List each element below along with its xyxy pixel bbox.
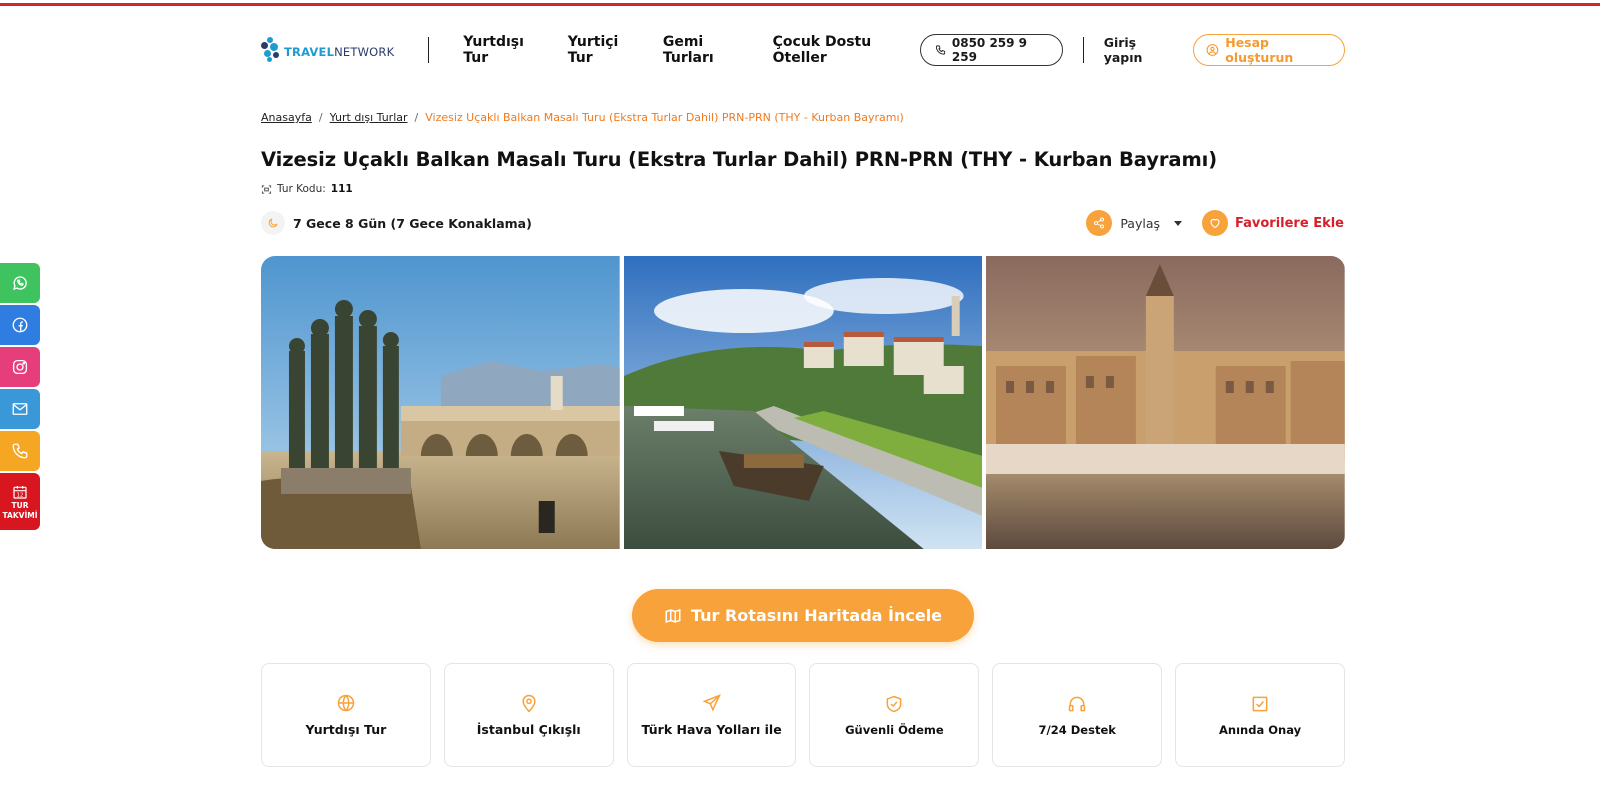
tour-calendar-button[interactable]: 12 TUR TAKVİMİ bbox=[0, 473, 40, 530]
phone-icon bbox=[935, 45, 945, 55]
tour-actions: Paylaş Favorilere Ekle bbox=[1086, 210, 1344, 236]
tour-duration: 7 Gece 8 Gün (7 Gece Konaklama) bbox=[261, 211, 532, 235]
favorite-button[interactable]: Favorilere Ekle bbox=[1202, 210, 1344, 236]
logo-text-travel: TRAVEL bbox=[284, 45, 335, 59]
nav-item-cocuk-dostu[interactable]: Çocuk Dostu Oteller bbox=[773, 34, 920, 66]
breadcrumb-separator: / bbox=[414, 111, 419, 124]
gallery-photo-river-port[interactable] bbox=[623, 256, 983, 549]
gallery-photo-old-town[interactable] bbox=[986, 256, 1346, 549]
nav-item-gemi[interactable]: Gemi Turları bbox=[663, 34, 753, 66]
globe-icon bbox=[337, 694, 355, 712]
svg-text:12: 12 bbox=[17, 492, 24, 498]
login-link[interactable]: Giriş yapın bbox=[1104, 35, 1174, 65]
phone-number: 0850 259 9 259 bbox=[951, 36, 1028, 64]
heart-icon bbox=[1202, 210, 1228, 236]
breadcrumb-separator: / bbox=[318, 111, 323, 124]
top-accent-bar bbox=[0, 0, 1600, 6]
breadcrumb-home[interactable]: Anasayfa bbox=[261, 111, 312, 124]
feature-card: Türk Hava Yolları ile bbox=[626, 663, 797, 767]
share-icon bbox=[1086, 210, 1113, 236]
call-button[interactable] bbox=[0, 431, 40, 471]
features-row: Yurtdışı Tur İstanbul Çıkışlı Türk Hava … bbox=[261, 663, 1345, 767]
tour-code-label: Tur Kodu: bbox=[277, 183, 326, 195]
user-circle-icon bbox=[1206, 44, 1219, 56]
calendar-label-2: TAKVİMİ bbox=[2, 510, 38, 520]
feature-card: Yurtdışı Tur bbox=[261, 663, 431, 767]
feature-label: Güvenli Ödeme bbox=[845, 722, 944, 737]
breadcrumb: Anasayfa / Yurt dışı Turlar / Vizesiz Uç… bbox=[261, 111, 904, 124]
moon-icon bbox=[261, 211, 285, 235]
mail-button[interactable] bbox=[0, 389, 40, 429]
calendar-icon: 12 bbox=[13, 485, 27, 498]
share-label: Paylaş bbox=[1120, 215, 1160, 231]
feature-card: İstanbul Çıkışlı bbox=[443, 663, 614, 767]
feature-label: Anında Onay bbox=[1219, 722, 1302, 737]
gallery-photo-statues-bridge[interactable] bbox=[261, 256, 620, 549]
page-title: Vizesiz Uçaklı Balkan Masalı Turu (Ekstr… bbox=[261, 148, 1218, 171]
plane-icon bbox=[702, 694, 721, 712]
whatsapp-icon bbox=[12, 276, 27, 291]
chevron-down-icon bbox=[1174, 220, 1182, 226]
favorite-label: Favorilere Ekle bbox=[1235, 215, 1344, 231]
checkbox-icon bbox=[1252, 696, 1268, 711]
feature-card: 7/24 Destek bbox=[992, 663, 1163, 767]
feature-label: İstanbul Çıkışlı bbox=[476, 722, 581, 737]
facebook-button[interactable] bbox=[0, 305, 40, 345]
signup-label: Hesap oluşturun bbox=[1225, 35, 1294, 65]
feature-label: Türk Hava Yolları ile bbox=[641, 722, 782, 737]
shield-check-icon bbox=[886, 695, 902, 712]
mail-icon bbox=[12, 403, 28, 415]
instagram-icon bbox=[12, 359, 28, 375]
tour-code-value: 111 bbox=[330, 183, 353, 195]
social-sidebar: 12 TUR TAKVİMİ bbox=[0, 263, 40, 532]
route-map-label: Tur Rotasını Haritada İncele bbox=[690, 606, 943, 625]
nav-item-yurtdisi[interactable]: Yurtdışı Tur bbox=[463, 34, 547, 66]
main-nav: Yurtdışı Tur Yurtiçi Tur Gemi Turları Ço… bbox=[463, 34, 920, 66]
instagram-button[interactable] bbox=[0, 347, 40, 387]
header-divider bbox=[428, 37, 430, 63]
feature-label: Yurtdışı Tur bbox=[305, 722, 387, 737]
header-right: 0850 259 9 259 Giriş yapın Hesap oluştur… bbox=[919, 34, 1345, 66]
headset-icon bbox=[1068, 696, 1086, 711]
scan-code-icon bbox=[261, 184, 272, 194]
logo-text-network: NETWORK bbox=[334, 45, 395, 59]
signup-button[interactable]: Hesap oluşturun bbox=[1193, 34, 1345, 66]
calendar-label-1: TUR bbox=[11, 500, 29, 510]
site-header: TRAVELNETWORK Yurtdışı Tur Yurtiçi Tur G… bbox=[261, 30, 1345, 70]
share-button[interactable]: Paylaş bbox=[1086, 210, 1182, 236]
header-divider-right bbox=[1082, 37, 1084, 63]
feature-card: Anında Onay bbox=[1175, 663, 1345, 767]
whatsapp-button[interactable] bbox=[0, 263, 40, 303]
breadcrumb-current: Vizesiz Uçaklı Balkan Masalı Turu (Ekstr… bbox=[425, 111, 904, 124]
logo-text: TRAVELNETWORK bbox=[284, 45, 394, 59]
photo-gallery bbox=[261, 256, 1346, 549]
tour-code: Tur Kodu: 111 bbox=[261, 183, 353, 195]
route-map-button[interactable]: Tur Rotasını Haritada İncele bbox=[632, 589, 974, 642]
phone-button[interactable]: 0850 259 9 259 bbox=[919, 34, 1063, 66]
map-icon bbox=[665, 608, 681, 623]
feature-label: 7/24 Destek bbox=[1038, 722, 1116, 737]
phone-icon bbox=[12, 443, 28, 459]
facebook-icon bbox=[12, 317, 28, 333]
location-pin-icon bbox=[522, 694, 536, 713]
feature-card: Güvenli Ödeme bbox=[809, 663, 980, 767]
duration-text: 7 Gece 8 Gün (7 Gece Konaklama) bbox=[293, 215, 532, 231]
site-logo[interactable]: TRAVELNETWORK bbox=[261, 30, 394, 70]
breadcrumb-category[interactable]: Yurt dışı Turlar bbox=[330, 111, 408, 124]
nav-item-yurtici[interactable]: Yurtiçi Tur bbox=[568, 34, 643, 66]
logo-mark-icon bbox=[261, 37, 281, 63]
